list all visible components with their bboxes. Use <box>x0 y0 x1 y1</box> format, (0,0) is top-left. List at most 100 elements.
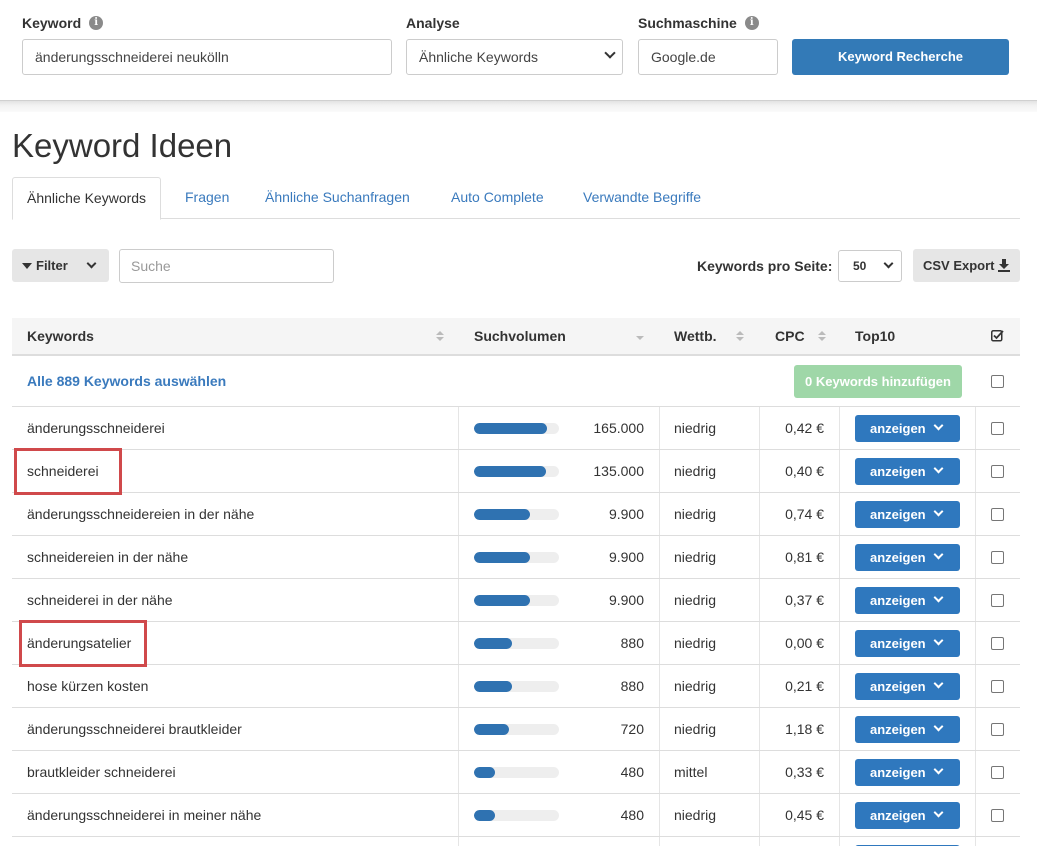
column-divider <box>839 837 840 846</box>
column-divider <box>975 622 976 664</box>
show-top10-button[interactable]: anzeigen <box>855 759 960 786</box>
info-icon[interactable]: i <box>744 16 759 30</box>
tab-similar-keywords[interactable]: Ähnliche Keywords <box>12 177 162 220</box>
show-top10-button[interactable]: anzeigen <box>855 501 960 528</box>
sort-icon[interactable] <box>818 331 826 341</box>
show-top10-button[interactable]: anzeigen <box>855 673 960 700</box>
header-keywords[interactable]: Keywords <box>27 318 94 354</box>
search-engine-input[interactable]: Google.de <box>638 39 778 75</box>
column-divider <box>659 751 660 793</box>
row-checkbox[interactable] <box>991 680 1004 693</box>
tab-similar-queries[interactable]: Ähnliche Suchanfragen <box>251 177 424 219</box>
row-checkbox[interactable] <box>991 422 1004 435</box>
volume-bar-fill <box>474 595 531 606</box>
chevron-down-icon <box>86 258 97 269</box>
sort-icon[interactable] <box>736 331 744 341</box>
column-divider <box>659 536 660 578</box>
volume-bar <box>474 509 559 520</box>
volume-bar-fill <box>474 509 531 520</box>
csv-export-button[interactable]: CSV Export <box>913 249 1020 282</box>
keyword-cell: änderungsschneiderei <box>27 420 165 436</box>
row-checkbox[interactable] <box>991 594 1004 607</box>
header-cpc[interactable]: CPC <box>775 318 805 354</box>
column-divider <box>659 450 660 492</box>
row-checkbox[interactable] <box>991 637 1004 650</box>
column-divider <box>659 493 660 535</box>
column-divider <box>839 579 840 621</box>
table-row: änderungsatelier 880 niedrig 0,00 € anzeigen <box>12 622 1020 665</box>
keyword-input[interactable]: änderungsschneiderei neukölln <box>22 39 392 75</box>
column-divider <box>759 751 760 793</box>
highlight-box <box>14 448 122 495</box>
column-divider <box>759 837 760 846</box>
volume-cell: 880 <box>620 678 644 694</box>
cpc-cell: 0,42 € <box>785 420 824 436</box>
cpc-cell: 0,40 € <box>785 463 824 479</box>
analyse-label: Analyse <box>406 15 460 31</box>
per-page-label: Keywords pro Seite: <box>697 258 833 274</box>
column-divider <box>839 536 840 578</box>
show-top10-button[interactable]: anzeigen <box>855 544 960 571</box>
volume-bar <box>474 681 559 692</box>
table-row: schneidereien in der nähe 9.900 niedrig 0,8… <box>12 536 1020 579</box>
chevron-down-icon <box>933 506 944 517</box>
tab-related-terms[interactable]: Verwandte Begriffe <box>569 177 715 219</box>
keyword-cell: schneidereien in der nähe <box>27 549 189 565</box>
row-checkbox[interactable] <box>991 465 1004 478</box>
tab-questions[interactable]: Fragen <box>171 177 243 219</box>
divider <box>0 100 1037 112</box>
volume-bar <box>474 552 559 563</box>
column-divider <box>458 450 459 492</box>
column-divider <box>759 493 760 535</box>
volume-cell: 9.900 <box>608 592 644 608</box>
keyword-research-button[interactable]: Keyword Recherche <box>792 39 1009 75</box>
column-divider <box>839 493 840 535</box>
volume-cell: 9.900 <box>608 506 644 522</box>
select-all-checkbox[interactable] <box>991 375 1004 388</box>
chevron-down-icon <box>933 549 944 560</box>
volume-bar-fill <box>474 681 513 692</box>
volume-cell: 9.900 <box>608 549 644 565</box>
show-top10-button[interactable]: anzeigen <box>855 587 960 614</box>
search-input[interactable]: Suche <box>119 249 334 283</box>
sort-icon[interactable] <box>436 331 444 341</box>
keyword-cell: änderungsschneiderei in meiner nähe <box>27 807 262 823</box>
add-keywords-button[interactable]: 0 Keywords hinzufügen <box>794 365 962 398</box>
column-divider <box>659 665 660 707</box>
column-divider <box>839 450 840 492</box>
volume-cell: 480 <box>620 807 644 823</box>
show-top10-button[interactable]: anzeigen <box>855 630 960 657</box>
keyword-cell: änderungsschneiderei brautkleider <box>27 721 242 737</box>
sort-desc-icon[interactable] <box>636 336 644 340</box>
column-divider <box>659 837 660 846</box>
per-page-select[interactable]: 50 <box>838 250 902 282</box>
column-divider <box>759 579 760 621</box>
row-checkbox[interactable] <box>991 508 1004 521</box>
header-competition[interactable]: Wettb. <box>674 318 717 354</box>
volume-bar <box>474 810 559 821</box>
filter-button[interactable]: Filter <box>12 249 109 282</box>
checkbox-all-icon[interactable] <box>991 329 1004 342</box>
page-title: Keyword Ideen <box>12 127 233 164</box>
show-top10-button[interactable]: anzeigen <box>855 802 960 829</box>
row-checkbox[interactable] <box>991 766 1004 779</box>
select-all-link[interactable]: Alle 889 Keywords auswählen <box>27 356 226 407</box>
chevron-down-icon <box>604 47 616 59</box>
competition-cell: niedrig <box>674 463 717 479</box>
table-body: änderungsschneiderei 165.000 niedrig 0,42 €… <box>12 407 1020 846</box>
column-divider <box>458 579 459 621</box>
keyword-cell: änderungsschneidereien in der nähe <box>27 506 255 522</box>
show-top10-button[interactable]: anzeigen <box>855 458 960 485</box>
header-volume[interactable]: Suchvolumen <box>474 318 566 354</box>
volume-bar <box>474 767 559 778</box>
row-checkbox[interactable] <box>991 723 1004 736</box>
show-top10-button[interactable]: anzeigen <box>855 716 960 743</box>
column-divider <box>975 579 976 621</box>
analyse-select[interactable]: Ähnliche Keywords <box>406 39 623 75</box>
column-divider <box>975 751 976 793</box>
row-checkbox[interactable] <box>991 551 1004 564</box>
row-checkbox[interactable] <box>991 809 1004 822</box>
tab-auto-complete[interactable]: Auto Complete <box>437 177 558 219</box>
show-top10-button[interactable]: anzeigen <box>855 415 960 442</box>
info-icon[interactable]: i <box>89 16 104 30</box>
